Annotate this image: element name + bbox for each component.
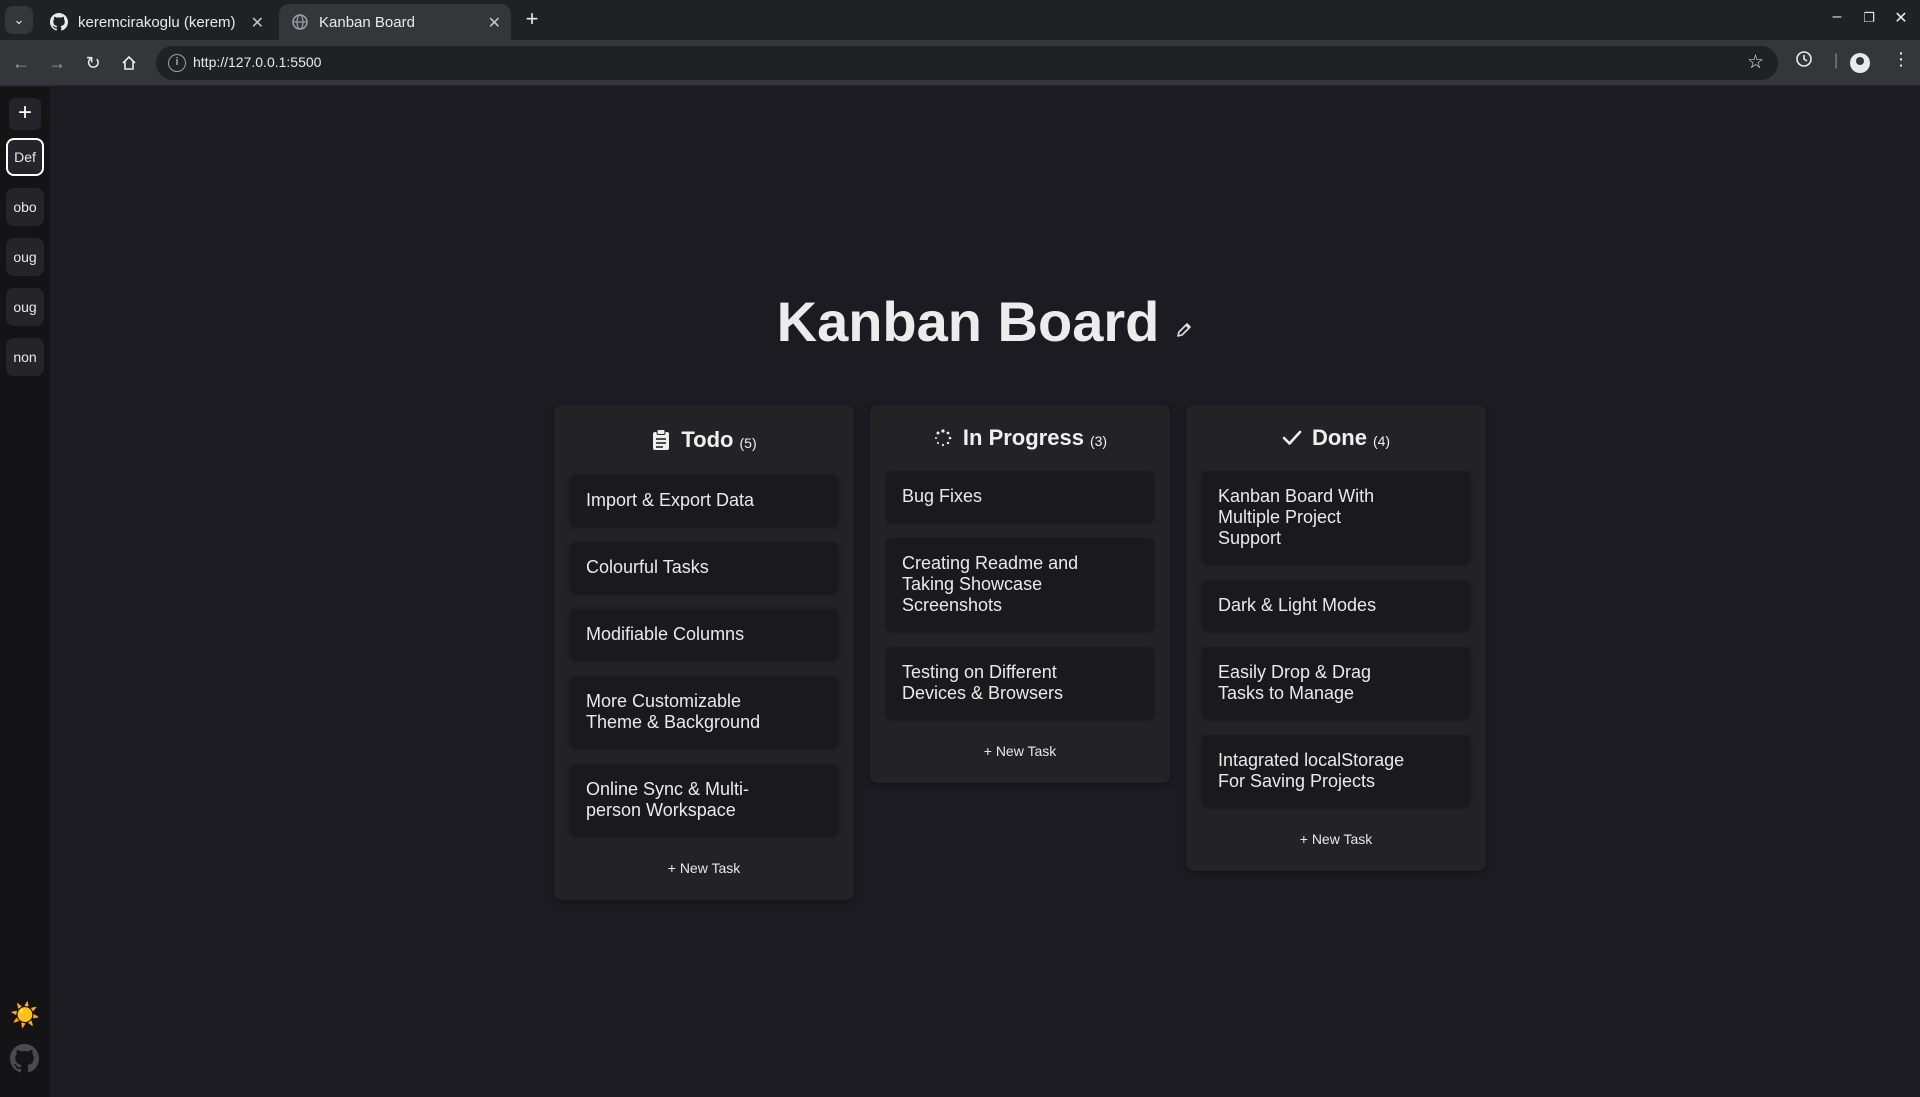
history-icon[interactable] xyxy=(1795,50,1813,73)
pencil-icon[interactable] xyxy=(1175,287,1193,337)
site-info-icon[interactable]: i xyxy=(168,54,186,72)
new-task-button[interactable]: + New Task xyxy=(554,852,854,900)
github-icon[interactable] xyxy=(10,1044,39,1073)
project-tab-non[interactable]: non xyxy=(6,338,44,376)
task-card[interactable]: Import & Export Data xyxy=(570,475,838,526)
spinner-icon xyxy=(933,427,953,449)
project-tab-def[interactable]: Def xyxy=(6,138,44,176)
column-title[interactable]: Done xyxy=(1312,425,1367,451)
sun-icon[interactable]: ☀️ xyxy=(10,1001,40,1030)
task-count: (3) xyxy=(1089,433,1108,449)
check-icon xyxy=(1282,427,1302,449)
tab-title: Kanban Board xyxy=(319,13,415,31)
column-title[interactable]: In Progress xyxy=(963,425,1084,451)
close-window-icon[interactable]: ✕ xyxy=(1888,8,1914,28)
clipboard-icon xyxy=(651,429,671,451)
board-title: Kanban Board xyxy=(50,287,1920,354)
task-card[interactable]: More Customizable Theme & Background xyxy=(570,676,838,748)
menu-kebab-icon[interactable]: ⋮ xyxy=(1892,49,1910,70)
back-icon[interactable]: ← xyxy=(8,50,34,76)
browser-tab-bar: ⌄ keremcirakoglu (kerem) ✕ Kanban Board … xyxy=(0,0,1920,40)
tab-title: keremcirakoglu (kerem) xyxy=(78,13,236,31)
project-tab-oug[interactable]: oug xyxy=(6,238,44,276)
task-card[interactable]: Kanban Board With Multiple Project Suppo… xyxy=(1202,471,1470,564)
task-card[interactable]: Creating Readme and Taking Showcase Scre… xyxy=(886,538,1154,631)
close-tab-icon[interactable]: ✕ xyxy=(251,13,264,33)
home-icon[interactable] xyxy=(116,50,142,76)
minimize-icon[interactable]: – xyxy=(1824,8,1850,26)
task-card[interactable]: Bug Fixes xyxy=(886,471,1154,522)
task-card[interactable]: Colourful Tasks xyxy=(570,542,838,593)
toolbar-divider: | xyxy=(1834,52,1839,69)
address-bar[interactable]: i http://127.0.0.1:5500 ☆ xyxy=(156,46,1778,80)
column-todo: Todo (5) Import & Export Data Colourful … xyxy=(554,405,854,900)
add-project-button[interactable]: + xyxy=(9,98,41,130)
new-task-button[interactable]: + New Task xyxy=(1186,823,1486,871)
task-card[interactable]: Online Sync & Multi-person Workspace xyxy=(570,764,838,836)
column-title[interactable]: Todo xyxy=(681,427,733,453)
browser-toolbar: ← → ↻ i http://127.0.0.1:5500 ☆ | ⋮ xyxy=(0,40,1920,86)
task-card[interactable]: Testing on Different Devices & Browsers xyxy=(886,647,1154,719)
browser-tab-kanban[interactable]: Kanban Board ✕ xyxy=(279,4,511,40)
restore-icon[interactable]: ❐ xyxy=(1856,10,1882,26)
column-done: Done (4) Kanban Board With Multiple Proj… xyxy=(1186,405,1486,871)
new-task-button[interactable]: + New Task xyxy=(870,735,1170,783)
tab-search-button[interactable]: ⌄ xyxy=(5,6,33,34)
project-tab-oug-2[interactable]: oug xyxy=(6,288,44,326)
url-text: http://127.0.0.1:5500 xyxy=(193,54,322,70)
github-icon xyxy=(50,13,68,31)
new-tab-button[interactable]: + xyxy=(520,8,544,32)
project-tab-obo[interactable]: obo xyxy=(6,188,44,226)
forward-icon[interactable]: → xyxy=(44,50,70,76)
globe-icon xyxy=(291,13,309,31)
task-count: (4) xyxy=(1372,433,1391,449)
task-card[interactable]: Dark & Light Modes xyxy=(1202,580,1470,631)
board-title-text[interactable]: Kanban Board xyxy=(777,289,1160,354)
column-in-progress: In Progress (3) Bug Fixes Creating Readm… xyxy=(870,405,1170,783)
task-card[interactable]: Easily Drop & Drag Tasks to Manage xyxy=(1202,647,1470,719)
task-count: (5) xyxy=(739,435,757,451)
reload-icon[interactable]: ↻ xyxy=(80,50,106,76)
bookmark-star-icon[interactable]: ☆ xyxy=(1747,51,1764,74)
task-card[interactable]: Modifiable Columns xyxy=(570,609,838,660)
project-sidebar: + Def obo oug oug non ☀️ xyxy=(0,87,50,1097)
board-area: Kanban Board Todo (5) Import & Export Da… xyxy=(50,87,1920,1097)
close-tab-icon[interactable]: ✕ xyxy=(488,13,501,33)
task-card[interactable]: Intagrated localStorage For Saving Proje… xyxy=(1202,735,1470,807)
column-header: In Progress (3) xyxy=(870,405,1170,471)
browser-tab-github[interactable]: keremcirakoglu (kerem) ✕ xyxy=(38,4,274,40)
column-header: Done (4) xyxy=(1186,405,1486,471)
column-header: Todo (5) xyxy=(554,405,854,475)
profile-icon[interactable] xyxy=(1850,53,1870,73)
